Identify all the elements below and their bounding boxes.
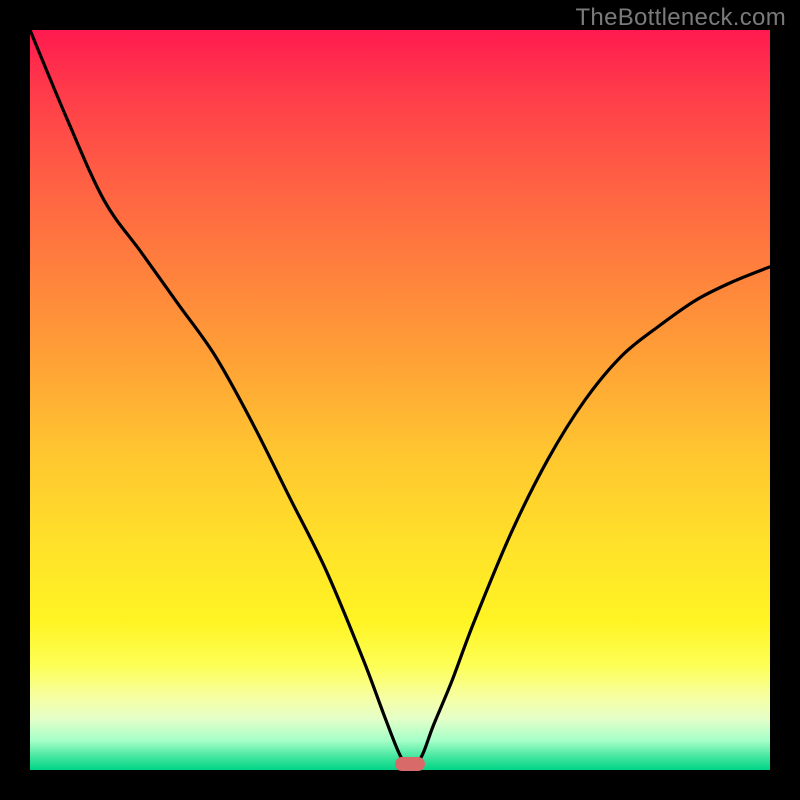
bottleneck-curve — [30, 30, 770, 770]
plot-area — [30, 30, 770, 770]
optimal-point-marker — [395, 757, 425, 771]
watermark-label: TheBottleneck.com — [575, 4, 786, 32]
chart-frame: TheBottleneck.com — [0, 0, 800, 800]
